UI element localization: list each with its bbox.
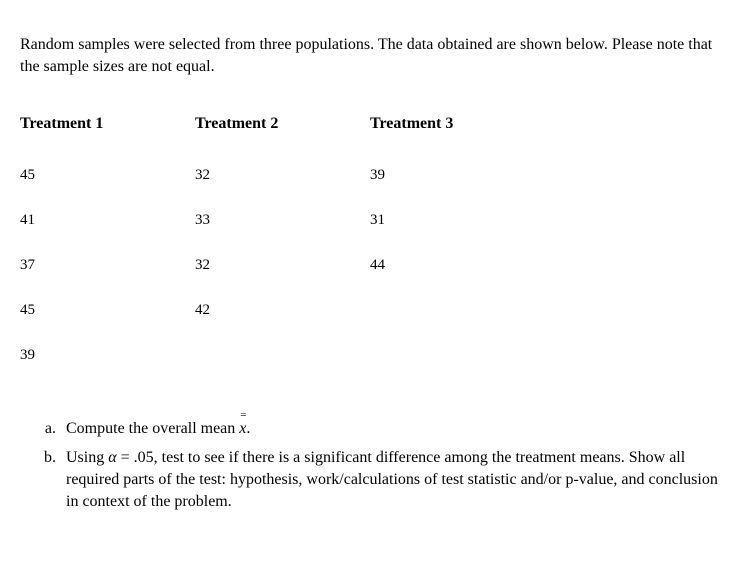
question-a-text-pre: Compute the overall mean — [66, 420, 239, 437]
x-double-bar-icon: =x — [239, 421, 246, 437]
table-row: 45 42 — [20, 288, 545, 333]
cell — [195, 333, 370, 378]
cell: 32 — [195, 243, 370, 288]
cell: 33 — [195, 198, 370, 243]
cell: 39 — [20, 333, 195, 378]
cell — [370, 333, 545, 378]
cell — [370, 288, 545, 333]
col-header-2: Treatment 2 — [195, 107, 370, 153]
table-row: 41 33 31 — [20, 198, 545, 243]
question-b: Using α = .05, test to see if there is a… — [60, 447, 725, 514]
col-header-3: Treatment 3 — [370, 107, 545, 153]
cell: 42 — [195, 288, 370, 333]
question-b-text-pre: Using — [66, 449, 108, 466]
table-row: 37 32 44 — [20, 243, 545, 288]
question-list: Compute the overall mean =x. Using α = .… — [20, 418, 725, 514]
question-b-text-post: = .05, test to see if there is a signifi… — [66, 449, 718, 511]
col-header-1: Treatment 1 — [20, 107, 195, 153]
alpha-symbol: α — [108, 449, 116, 466]
cell: 41 — [20, 198, 195, 243]
intro-text: Random samples were selected from three … — [20, 34, 725, 79]
treatment-data-table: Treatment 1 Treatment 2 Treatment 3 45 3… — [20, 107, 545, 378]
cell: 37 — [20, 243, 195, 288]
question-a: Compute the overall mean =x. — [60, 418, 725, 440]
table-row: 45 32 39 — [20, 153, 545, 198]
question-a-text-post: . — [246, 420, 250, 437]
cell: 45 — [20, 153, 195, 198]
cell: 45 — [20, 288, 195, 333]
cell: 31 — [370, 198, 545, 243]
cell: 44 — [370, 243, 545, 288]
table-row: 39 — [20, 333, 545, 378]
cell: 39 — [370, 153, 545, 198]
cell: 32 — [195, 153, 370, 198]
